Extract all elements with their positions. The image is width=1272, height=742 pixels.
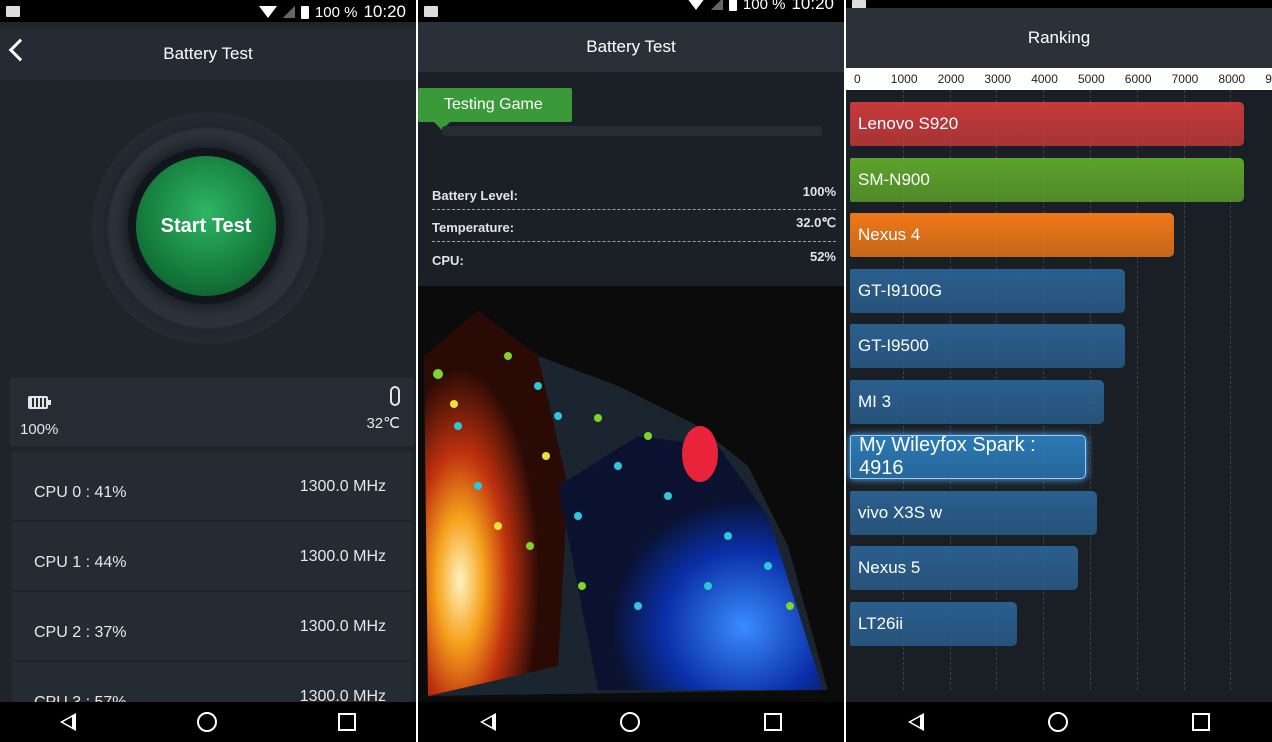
stat-label: Temperature: — [432, 220, 515, 235]
x-tick-label: 4000 — [1031, 72, 1058, 86]
cpu-row: CPU 2 : 37% 1300.0 MHz — [12, 592, 412, 660]
nav-recents-icon[interactable] — [337, 713, 356, 731]
ranking-bar[interactable]: LT26ii — [850, 601, 1018, 646]
cpu-usage: CPU 0 : 41% — [34, 484, 127, 501]
stat-row: Battery Level: 100% — [432, 182, 836, 210]
device-info-bar: 100% 32℃ — [10, 378, 414, 446]
clock: 10:20 — [791, 0, 834, 13]
ranking-bar[interactable]: SM-N900 — [850, 157, 1245, 202]
cpu-frequency: 1300.0 MHz — [299, 618, 386, 635]
battery-icon — [28, 396, 51, 409]
signal-icon — [710, 0, 723, 10]
stat-row: CPU: 52% — [432, 246, 836, 274]
x-tick-label: 9 — [1265, 72, 1272, 86]
ranking-bar[interactable]: GT-I9100G — [850, 268, 1126, 313]
cpu-row: CPU 1 : 44% 1300.0 MHz — [12, 522, 412, 590]
gallery-notification-icon — [424, 6, 438, 17]
stat-label: Battery Level: — [432, 188, 518, 203]
testing-game-badge: Testing Game — [418, 88, 572, 130]
x-tick-label: 2000 — [937, 72, 965, 86]
ranking-bar[interactable]: Lenovo S920 — [850, 102, 1245, 146]
stat-value: 32.0℃ — [796, 215, 836, 230]
cpu-row: CPU 0 : 41% 1300.0 MHz — [12, 452, 412, 520]
game-scene-illustration — [424, 311, 828, 696]
thermometer-icon — [390, 386, 400, 406]
back-arrow-icon[interactable] — [8, 38, 32, 62]
nav-home-icon[interactable] — [620, 712, 640, 732]
x-tick-label: 7000 — [1171, 72, 1199, 86]
nav-back-icon[interactable] — [908, 713, 924, 731]
nav-bar — [846, 702, 1272, 742]
signal-icon — [282, 6, 295, 18]
x-axis: 0 1000 2000 3000 4000 5000 6000 7000 8000 9 — [846, 68, 1272, 90]
status-bar: 100 % 10:20 — [418, 0, 844, 22]
battery-level: 100% — [20, 421, 59, 438]
clock: 10:20 — [363, 2, 406, 21]
battery-test-running-screen: 100 % 10:20 Battery Test Testing Game Ba… — [418, 0, 844, 742]
battery-percent: 100 % — [742, 0, 786, 13]
ranking-bar[interactable]: My Wileyfox Spark : 4916 — [850, 434, 1087, 479]
x-tick-label: 6000 — [1124, 72, 1152, 86]
nav-home-icon[interactable] — [1048, 712, 1068, 732]
ranking-screen: Ranking 0 1000 2000 3000 4000 5000 6000 7000 800… — [846, 0, 1272, 742]
wifi-icon — [686, 0, 705, 10]
temperature: 32℃ — [366, 415, 400, 432]
x-tick-label: 3000 — [984, 72, 1012, 86]
cpu-frequency: 1300.0 MHz — [299, 478, 386, 495]
ranking-bar[interactable]: MI 3 — [850, 379, 1105, 424]
x-tick-label: 5000 — [1078, 72, 1105, 86]
page-title: Battery Test — [163, 44, 253, 63]
cpu-usage: CPU 1 : 44% — [34, 554, 127, 571]
battery-status-icon — [728, 0, 737, 11]
page-title: Ranking — [846, 8, 1272, 68]
test-progress-bar — [442, 126, 822, 136]
battery-percent: 100 % — [314, 3, 358, 21]
stat-row: Temperature: 32.0℃ — [432, 214, 836, 242]
game-render-view — [418, 286, 844, 702]
ranking-bar[interactable]: Nexus 4 — [850, 213, 1175, 257]
page-title: Battery Test — [418, 22, 844, 72]
ranking-bar[interactable]: vivo X3S w — [850, 490, 1098, 535]
battery-test-screen: 100 % 10:20 Battery Test Start Test 100%… — [0, 0, 416, 742]
title-bar: Battery Test — [0, 28, 416, 80]
nav-back-icon[interactable] — [60, 713, 77, 731]
nav-recents-icon[interactable] — [764, 713, 782, 731]
ranking-chart: Lenovo S920 SM-N900 Nexus 4 GT-I9100G GT-I95… — [846, 90, 1272, 690]
cpu-usage: CPU 2 : 37% — [34, 624, 127, 641]
ranking-bar[interactable]: GT-I9500 — [850, 324, 1126, 368]
x-tick-label: 0 — [854, 72, 861, 86]
status-bar: 100 % 10:20 — [0, 0, 416, 22]
x-tick-label: 1000 — [890, 72, 918, 86]
stat-value: 100% — [802, 184, 836, 199]
x-tick-label: 8000 — [1218, 72, 1246, 86]
stat-label: CPU: — [432, 253, 464, 268]
nav-recents-icon[interactable] — [1192, 713, 1210, 731]
nav-home-icon[interactable] — [196, 712, 217, 732]
gallery-notification-icon — [6, 6, 20, 17]
nav-back-icon[interactable] — [480, 713, 496, 731]
ranking-bar[interactable]: Nexus 5 — [850, 546, 1079, 590]
nav-bar — [0, 702, 416, 742]
wifi-icon — [258, 6, 277, 18]
stat-value: 52% — [809, 249, 836, 264]
cpu-frequency: 1300.0 MHz — [299, 548, 386, 565]
nav-bar — [418, 702, 844, 742]
battery-status-icon — [300, 5, 309, 19]
start-test-button[interactable]: Start Test — [136, 156, 276, 296]
